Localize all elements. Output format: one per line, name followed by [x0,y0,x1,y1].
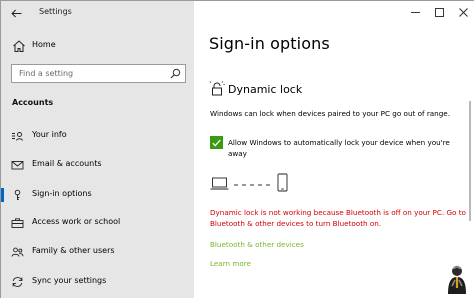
sidebar-item-your-info[interactable]: Your info [1,127,194,145]
sidebar-item-label: Your info [32,130,67,139]
laptop-icon [210,177,229,190]
person-info-icon [12,132,23,141]
phone-icon [277,173,288,192]
sidebar-item-label: Email & accounts [32,159,102,168]
section-label-accounts: Accounts [12,98,54,107]
window-controls [403,1,474,23]
people-icon [11,247,24,257]
dynamic-lock-description: Windows can lock when devices paired to … [210,109,451,118]
settings-window: Settings Home Find a setting Accounts Yo… [0,0,474,298]
bluetooth-settings-link[interactable]: Bluetooth & other devices [210,240,304,249]
main-content: Sign-in options Dynamic lock Windows can… [194,1,474,298]
home-nav-item[interactable]: Home [1,37,194,55]
page-title: Sign-in options [209,34,330,53]
sidebar: Settings Home Find a setting Accounts Yo… [1,1,194,298]
search-input[interactable]: Find a setting [11,64,186,83]
minimize-icon [410,11,420,13]
mail-icon [11,161,24,170]
sidebar-item-access-work[interactable]: Access work or school [1,214,194,232]
search-placeholder: Find a setting [19,69,74,78]
back-button[interactable] [7,4,25,22]
title-bar: Settings [1,1,194,25]
dynamic-lock-icon [209,81,225,96]
minimize-button[interactable] [403,1,427,23]
sidebar-item-label: Sync your settings [32,276,107,285]
close-icon [458,7,468,17]
search-icon[interactable] [170,68,181,79]
sidebar-item-label: Sign-in options [32,189,92,198]
briefcase-icon [11,218,24,228]
sidebar-item-label: Family & other users [32,246,115,255]
bluetooth-error-message: Dynamic lock is not working because Blue… [210,208,466,228]
close-button[interactable] [451,1,474,23]
sidebar-item-sync[interactable]: Sync your settings [1,273,194,291]
dynamic-lock-heading: Dynamic lock [228,83,303,96]
sidebar-item-email-accounts[interactable]: Email & accounts [1,156,194,174]
learn-more-link[interactable]: Learn more [210,259,251,268]
home-label: Home [32,40,56,49]
watermark-logo-icon [448,265,466,294]
sync-icon [12,277,23,287]
sidebar-item-sign-in-options[interactable]: Sign-in options [1,186,194,204]
checkmark-icon [212,139,221,147]
sidebar-item-label: Access work or school [32,217,121,226]
device-pairing-graphic [210,173,288,192]
back-arrow-icon [10,9,21,17]
maximize-icon [434,7,444,17]
dynamic-lock-checkbox[interactable] [210,136,223,149]
home-icon [13,40,25,52]
app-title: Settings [39,7,72,16]
scrollbar[interactable] [469,101,471,221]
maximize-button[interactable] [427,1,451,23]
sidebar-item-family[interactable]: Family & other users [1,243,194,261]
key-icon [14,189,21,200]
dynamic-lock-checkbox-label: Allow Windows to automatically lock your… [228,138,450,158]
